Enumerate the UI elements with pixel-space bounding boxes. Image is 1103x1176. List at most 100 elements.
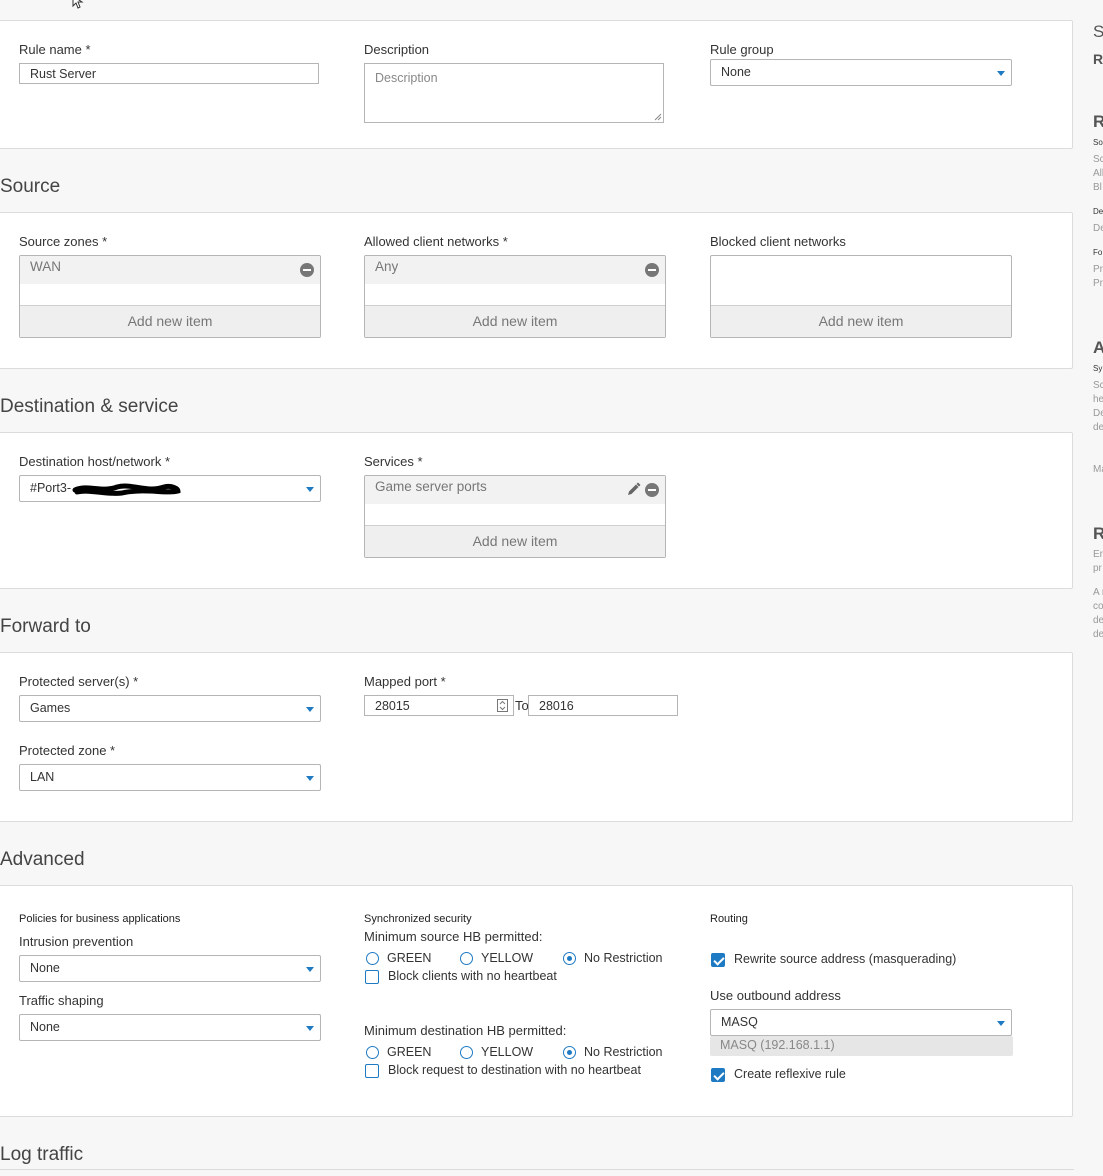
allowed-networks-list: Any Add new item <box>364 255 666 338</box>
routing-heading: Routing <box>710 913 748 925</box>
help-line: Bl <box>1093 182 1102 193</box>
list-item-label: WAN <box>30 259 61 274</box>
block-dest-label: Block request to destination with no hea… <box>388 1063 641 1077</box>
dest-green-label: GREEN <box>387 1045 432 1059</box>
chevron-down-icon <box>306 967 314 972</box>
help-line: Sc <box>1093 154 1103 165</box>
source-green-radio[interactable] <box>366 952 379 965</box>
description-label: Description <box>364 42 430 57</box>
rewrite-source-checkbox[interactable] <box>711 953 725 967</box>
source-green-label: GREEN <box>387 951 432 965</box>
dest-green-radio[interactable] <box>366 1046 379 1059</box>
add-new-item-button[interactable]: Add new item <box>365 305 665 337</box>
mouse-cursor-icon <box>72 0 84 9</box>
help-line: R <box>1093 112 1103 131</box>
outbound-address-label: Use outbound address <box>710 988 841 1003</box>
rule-group-label: Rule group <box>710 42 774 57</box>
source-norestriction-label: No Restriction <box>584 951 663 965</box>
chevron-down-icon <box>306 487 314 492</box>
add-new-item-button[interactable]: Add new item <box>711 305 1011 337</box>
destination-host-select[interactable]: #Port3- <box>19 475 321 502</box>
rule-group-select[interactable]: None <box>710 59 1012 86</box>
add-new-item-button[interactable]: Add new item <box>20 305 320 337</box>
block-dest-checkbox[interactable] <box>365 1064 379 1078</box>
ips-select[interactable]: None <box>19 955 321 982</box>
rule-name-input[interactable]: Rust Server <box>19 63 319 84</box>
help-line: pr <box>1093 563 1102 574</box>
remove-icon[interactable] <box>645 483 659 497</box>
mapped-port-label: Mapped port * <box>364 674 446 689</box>
help-line: A <box>1093 338 1103 357</box>
list-item: Any <box>365 256 665 284</box>
list-item: Game server ports <box>365 476 665 504</box>
dest-yellow-label: YELLOW <box>481 1045 534 1059</box>
protected-servers-select[interactable]: Games <box>19 695 321 722</box>
sync-security-heading: Synchronized security <box>364 913 472 925</box>
help-line: co <box>1093 601 1103 612</box>
help-line: Er <box>1093 549 1103 560</box>
help-sidebar: S R R So Sc All Bl De De Fo Pr Pr A Sy S… <box>1093 0 1103 1176</box>
help-line: R <box>1093 51 1103 67</box>
destination-section-title: Destination & service <box>0 396 179 417</box>
rule-group-value: None <box>721 65 751 79</box>
policies-heading: Policies for business applications <box>19 913 181 925</box>
remove-icon[interactable] <box>300 263 314 277</box>
help-line: All <box>1093 168 1103 179</box>
source-zones-label: Source zones * <box>19 234 108 249</box>
outbound-address-hint: MASQ (192.168.1.1) <box>710 1036 1013 1056</box>
description-textarea[interactable]: Description <box>364 63 664 123</box>
help-line: he <box>1093 394 1103 405</box>
redaction-scribble-icon <box>72 483 181 496</box>
pencil-icon[interactable] <box>626 482 641 497</box>
block-clients-checkbox[interactable] <box>365 970 379 984</box>
source-yellow-radio[interactable] <box>460 952 473 965</box>
help-line: Fo <box>1093 248 1103 257</box>
traffic-shaping-select[interactable]: None <box>19 1014 321 1041</box>
chevron-down-icon <box>306 707 314 712</box>
help-line: S <box>1093 22 1103 41</box>
add-new-item-button[interactable]: Add new item <box>365 525 665 557</box>
help-line: De <box>1093 408 1103 419</box>
source-norestriction-radio[interactable] <box>563 952 576 965</box>
ips-value: None <box>30 961 60 975</box>
dest-yellow-radio[interactable] <box>460 1046 473 1059</box>
mapped-port-to-input[interactable]: 28016 <box>528 695 678 716</box>
help-line: de <box>1093 615 1103 626</box>
outbound-address-select[interactable]: MASQ <box>710 1009 1012 1036</box>
services-list: Game server ports Add new item <box>364 475 666 558</box>
protected-zone-select[interactable]: LAN <box>19 764 321 791</box>
destination-host-label: Destination host/network * <box>19 454 171 469</box>
chevron-down-icon <box>306 1026 314 1031</box>
source-section-title: Source <box>0 176 61 197</box>
forward-section-title: Forward to <box>0 616 91 637</box>
chevron-down-icon <box>306 776 314 781</box>
ips-label: Intrusion prevention <box>19 934 134 949</box>
blocked-networks-list: Add new item <box>710 255 1012 338</box>
traffic-shaping-value: None <box>30 1020 60 1034</box>
destination-host-value: #Port3- <box>30 481 71 495</box>
stepper-icon[interactable] <box>497 699 508 712</box>
dest-norestriction-radio[interactable] <box>563 1046 576 1059</box>
block-clients-label: Block clients with no heartbeat <box>388 969 557 983</box>
help-line: de <box>1093 629 1103 640</box>
help-line: Pr <box>1093 278 1103 289</box>
advanced-section-title: Advanced <box>0 849 85 870</box>
resize-handle-icon[interactable] <box>654 113 662 121</box>
to-label: To <box>515 698 529 713</box>
mapped-port-from-value: 28015 <box>375 699 410 713</box>
remove-icon[interactable] <box>645 263 659 277</box>
reflexive-rule-label: Create reflexive rule <box>734 1067 846 1081</box>
list-item-label: Game server ports <box>375 479 487 494</box>
forward-panel <box>0 652 1073 822</box>
help-line: So <box>1093 138 1103 147</box>
mapped-port-from-input[interactable]: 28015 <box>364 695 514 716</box>
help-line: A r <box>1093 587 1103 598</box>
reflexive-rule-checkbox[interactable] <box>711 1068 725 1082</box>
dest-norestriction-label: No Restriction <box>584 1045 663 1059</box>
rule-name-label: Rule name * <box>19 42 91 57</box>
traffic-shaping-label: Traffic shaping <box>19 993 104 1008</box>
services-label: Services * <box>364 454 423 469</box>
help-line: R <box>1093 524 1103 543</box>
source-zones-list: WAN Add new item <box>19 255 321 338</box>
allowed-networks-label: Allowed client networks * <box>364 234 508 249</box>
